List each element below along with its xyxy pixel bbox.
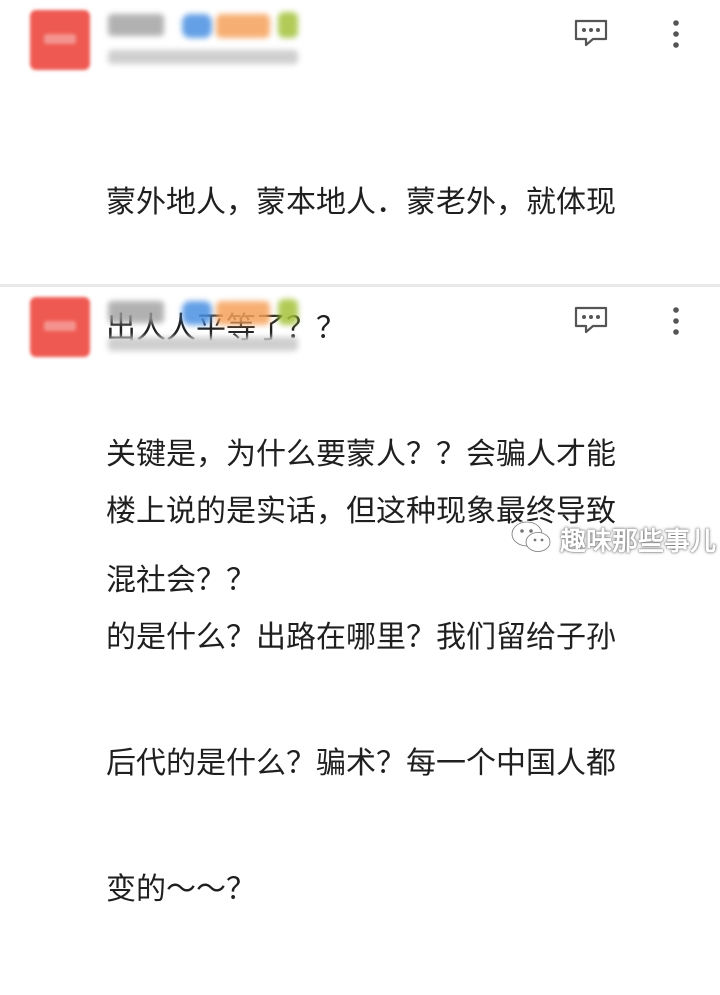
username-blurred[interactable] — [108, 301, 164, 323]
comment-item: 蒙外地人，蒙本地人．蒙老外，就体现 出人人平等了？？ 关键是，为什么要蒙人？？会… — [0, 0, 720, 598]
comment-text: 楼上说的是实话，但这种现象最终导致 的是什么？出路在哪里？我们留给子孙 后代的是… — [106, 407, 696, 995]
comment-line: 蒙外地人，蒙本地人．蒙老外，就体现 — [106, 185, 616, 220]
avatar[interactable] — [30, 297, 90, 357]
comment-line: 变的～～？ — [106, 872, 256, 907]
comment-reply-icon[interactable] — [573, 18, 609, 48]
comment-line: 后代的是什么？骗术？每一个中国人都 — [106, 746, 616, 781]
level-badge — [216, 14, 270, 38]
more-vertical-icon[interactable] — [664, 305, 688, 337]
vip-badge — [278, 12, 298, 38]
level-badge — [216, 301, 270, 325]
more-vertical-icon[interactable] — [664, 18, 688, 50]
comment-meta-blurred — [108, 50, 298, 64]
comment-reply-icon[interactable] — [573, 305, 609, 335]
comment-line: 的是什么？出路在哪里？我们留给子孙 — [106, 620, 616, 655]
comment-item: 楼上说的是实话，但这种现象最终导致 的是什么？出路在哪里？我们留给子孙 后代的是… — [0, 287, 720, 907]
vip-badge — [278, 299, 298, 325]
comment-meta-blurred — [108, 337, 298, 351]
comment-line: 楼上说的是实话，但这种现象最终导致 — [106, 494, 616, 529]
user-badge — [182, 301, 212, 325]
username-blurred[interactable] — [108, 14, 164, 36]
user-badge — [182, 14, 212, 38]
avatar[interactable] — [30, 10, 90, 70]
